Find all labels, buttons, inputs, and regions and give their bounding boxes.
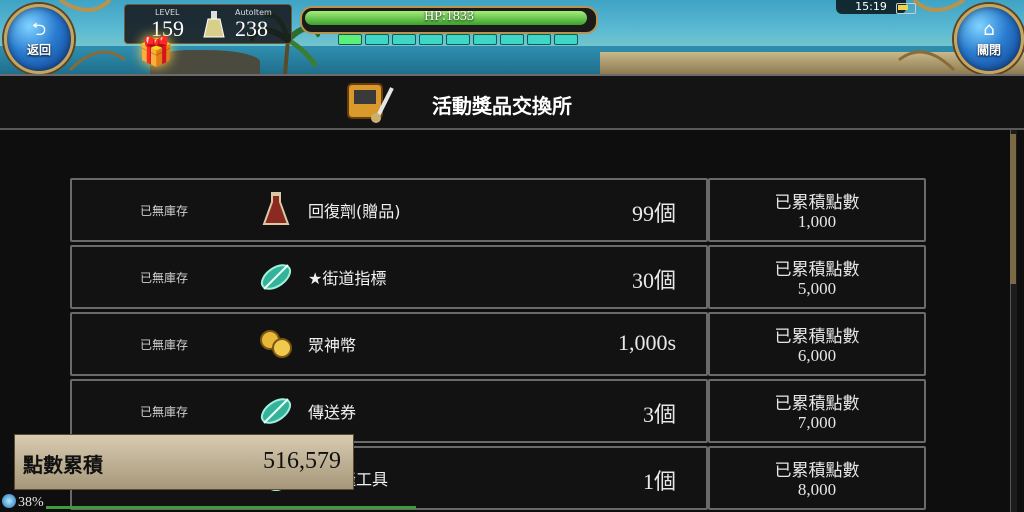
reward-item-box[interactable]: 已無庫存 ★街道指標 30個	[70, 245, 708, 309]
energy-segment	[554, 34, 578, 45]
required-points-value: 8,000	[797, 480, 837, 499]
scrollbar-thumb[interactable]	[1010, 134, 1016, 284]
back-button-label: 返回	[26, 42, 51, 57]
required-points-label: 已累積點數	[774, 461, 860, 481]
reward-row[interactable]: 已無庫存 傳送券 3個 已累積點數 7,000	[70, 379, 932, 443]
energy-segments	[338, 34, 578, 45]
points-value: 516,579	[263, 448, 341, 474]
hp-text: HP:1833	[424, 9, 474, 24]
required-points-box: 已累積點數 6,000	[708, 312, 926, 376]
close-button[interactable]: ⌂ 關閉	[954, 4, 1024, 74]
item-name: 回復劑(贈品)	[308, 202, 401, 221]
required-points-label: 已累積點數	[774, 394, 860, 414]
reward-item-box[interactable]: 已無庫存 眾神幣 1,000s	[70, 312, 708, 376]
points-label: 點數累積	[23, 453, 103, 477]
required-points-box: 已累積點數 5,000	[708, 245, 926, 309]
back-arrow-icon: ⮌	[31, 18, 47, 40]
energy-segment	[419, 34, 443, 45]
required-points-value: 6,000	[797, 346, 837, 365]
home-icon: ⌂	[983, 18, 995, 40]
stock-status: 已無庫存	[140, 338, 189, 352]
required-points-box: 已累積點數 1,000	[708, 178, 926, 242]
top-hud: ⮌ 返回 LEVEL 159 AutoItem 238 🎁 HP:1833 15…	[0, 0, 1024, 74]
energy-segment	[473, 34, 497, 45]
reward-row[interactable]: 已無庫存 眾神幣 1,000s 已累積點數 6,000	[70, 312, 932, 376]
reward-item-box[interactable]: 已無庫存 回復劑(贈品) 99個	[70, 178, 708, 242]
item-name: 傳送券	[308, 403, 357, 422]
bottom-progress-line	[46, 506, 416, 509]
item-quantity: 3個	[642, 402, 676, 427]
required-points-label: 已累積點數	[774, 327, 860, 347]
potion-icon	[203, 11, 225, 38]
green-feather-icon	[260, 264, 292, 290]
close-button-label: 關閉	[976, 42, 1001, 57]
percent-text: 38%	[18, 495, 44, 510]
energy-segment	[527, 34, 551, 45]
autoitem-value: 238	[235, 16, 268, 41]
required-points-value: 7,000	[797, 413, 837, 432]
required-points-box: 已累積點數 7,000	[708, 379, 926, 443]
points-panel: 點數累積 516,579	[14, 434, 354, 490]
required-points-value: 5,000	[797, 279, 837, 298]
gold-coins-icon	[260, 330, 292, 358]
gift-icon[interactable]: 🎁	[138, 36, 174, 68]
item-name: ★街道指標	[308, 269, 387, 288]
item-quantity: 1個	[642, 469, 676, 494]
energy-segment	[500, 34, 524, 45]
item-name: 眾神幣	[308, 336, 357, 355]
stock-status: 已無庫存	[140, 271, 189, 285]
back-button[interactable]: ⮌ 返回	[4, 4, 74, 74]
progress-percent: 38%	[2, 494, 44, 511]
red-potion-icon	[262, 192, 290, 225]
green-feather-icon	[260, 398, 292, 424]
battery-icon	[896, 3, 916, 14]
page-title: 活動獎品交換所	[432, 94, 572, 118]
energy-segment	[446, 34, 470, 45]
required-points-label: 已累積點數	[774, 193, 860, 213]
required-points-value: 1,000	[797, 212, 837, 231]
hp-bar: HP:1833	[300, 6, 598, 34]
energy-segment	[392, 34, 416, 45]
orb-icon	[2, 494, 16, 508]
energy-segment	[365, 34, 389, 45]
title-bar: 活動獎品交換所	[0, 74, 1024, 130]
item-quantity: 30個	[631, 268, 676, 293]
stock-status: 已無庫存	[140, 405, 189, 419]
required-points-box: 已累積點數 8,000	[708, 446, 926, 510]
stock-status: 已無庫存	[140, 204, 189, 218]
reward-row[interactable]: 已無庫存 回復劑(贈品) 99個 已累積點數 1,000	[70, 178, 932, 242]
energy-segment	[338, 34, 362, 45]
required-points-label: 已累積點數	[774, 260, 860, 280]
item-quantity: 99個	[631, 201, 676, 226]
reward-row[interactable]: 已無庫存 ★街道指標 30個 已累積點數 5,000	[70, 245, 932, 309]
shop-sword-icon	[347, 83, 394, 123]
item-quantity: 1,000s	[617, 330, 676, 355]
